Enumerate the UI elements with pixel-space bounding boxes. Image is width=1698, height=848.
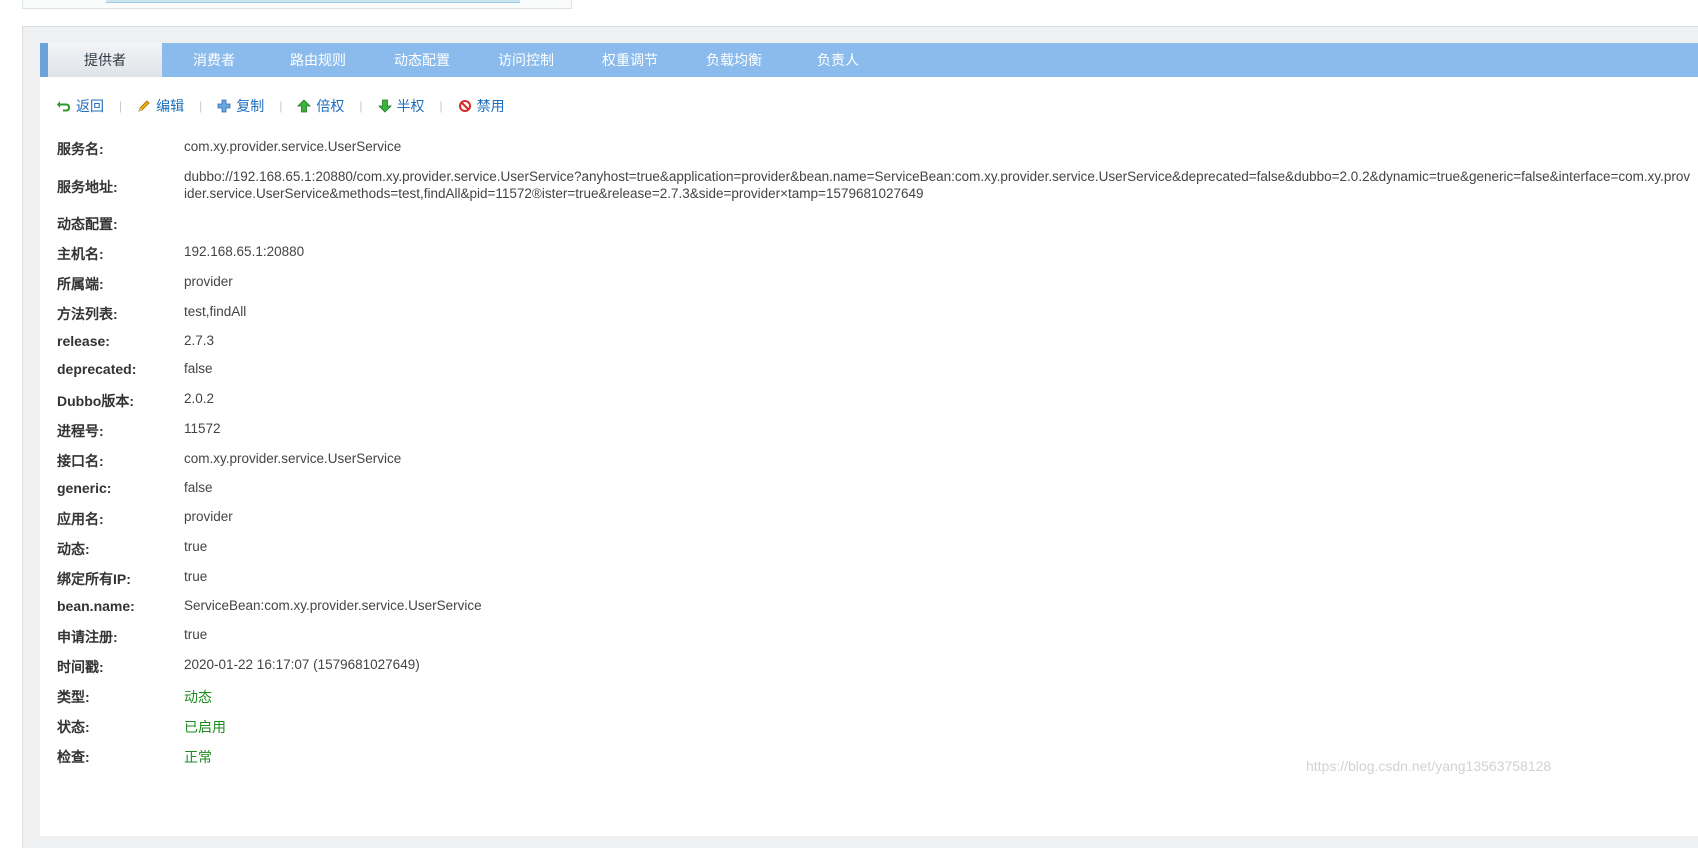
- toolbar-separator: |: [439, 99, 443, 113]
- disable-label: 禁用: [476, 98, 505, 114]
- detail-value: false: [184, 361, 213, 376]
- service-url-line-1: dubbo://192.168.65.1:20880/com.xy.provid…: [184, 169, 1691, 184]
- detail-value: dubbo://192.168.65.1:20880/com.xy.provid…: [184, 168, 1697, 202]
- detail-label: 接口名:: [57, 453, 104, 469]
- double-weight-button[interactable]: 倍权: [297, 96, 344, 116]
- detail-label: 方法列表:: [57, 306, 118, 322]
- provider-detail-panel: 提供者 消费者 路由规则 动态配置 访问控制 权重调节 负载均衡 负责人 返回 …: [40, 43, 1698, 836]
- detail-label: 绑定所有IP:: [57, 571, 131, 587]
- detail-value: 2.0.2: [184, 391, 215, 406]
- detail-label: 动态配置:: [57, 216, 118, 232]
- detail-value: 2.7.3: [184, 333, 215, 348]
- detail-value: 11572: [184, 421, 221, 436]
- detail-value: 192.168.65.1:20880: [184, 244, 305, 259]
- copy-label: 复制: [236, 98, 265, 114]
- toolbar-separator: |: [359, 99, 363, 113]
- detail-value: provider: [184, 509, 233, 524]
- half-weight-button[interactable]: 半权: [377, 96, 425, 116]
- detail-label: 主机名:: [57, 246, 104, 262]
- back-button[interactable]: 返回: [57, 96, 104, 116]
- detail-label: 申请注册:: [57, 629, 118, 645]
- detail-label: 进程号:: [57, 423, 104, 439]
- top-scroll-bar: [106, 0, 520, 3]
- detail-value: 2020-01-22 16:17:07 (1579681027649): [184, 657, 420, 672]
- detail-value: ServiceBean:com.xy.provider.service.User…: [184, 598, 482, 613]
- toolbar-separator: |: [119, 99, 123, 113]
- disable-button[interactable]: 禁用: [458, 96, 505, 116]
- detail-label: 类型:: [57, 689, 90, 705]
- tab-consumers[interactable]: 消费者: [162, 43, 266, 77]
- action-toolbar: 返回 | 编辑 | 复制 | 倍权 | 半权 | 禁用: [57, 95, 505, 117]
- detail-value: test,findAll: [184, 304, 247, 319]
- detail-label: generic:: [57, 480, 112, 496]
- arrow-down-icon: [377, 99, 392, 113]
- tab-weights[interactable]: 权重调节: [578, 43, 682, 77]
- detail-value: com.xy.provider.service.UserService: [184, 139, 402, 154]
- tab-access-control[interactable]: 访问控制: [474, 43, 578, 77]
- detail-value: false: [184, 480, 213, 495]
- status-value: 已启用: [184, 719, 226, 735]
- detail-label: 时间戳:: [57, 659, 104, 675]
- tab-routes[interactable]: 路由规则: [266, 43, 370, 77]
- tab-owners[interactable]: 负责人: [786, 43, 890, 77]
- detail-label: deprecated:: [57, 361, 137, 377]
- return-arrow-icon: [57, 99, 71, 113]
- detail-value: provider: [184, 274, 233, 289]
- tab-overrides[interactable]: 动态配置: [370, 43, 474, 77]
- detail-label: 应用名:: [57, 511, 104, 527]
- detail-label: Dubbo版本:: [57, 393, 134, 409]
- tab-bar: 提供者 消费者 路由规则 动态配置 访问控制 权重调节 负载均衡 负责人: [40, 43, 1698, 77]
- detail-value: true: [184, 569, 208, 584]
- ban-icon: [458, 99, 472, 113]
- arrow-up-icon: [297, 99, 312, 113]
- top-panel-edge: [22, 0, 572, 9]
- detail-label: 动态:: [57, 541, 90, 557]
- detail-label: 状态:: [57, 719, 90, 735]
- detail-label: 所属端:: [57, 276, 104, 292]
- half-weight-label: 半权: [396, 98, 425, 114]
- type-value: 动态: [184, 689, 212, 705]
- double-weight-label: 倍权: [316, 98, 345, 114]
- detail-value: true: [184, 627, 208, 642]
- tab-load-balance[interactable]: 负载均衡: [682, 43, 786, 77]
- detail-value: true: [184, 539, 208, 554]
- detail-label: release:: [57, 333, 110, 349]
- detail-label: bean.name:: [57, 598, 135, 614]
- detail-label: 服务名:: [57, 141, 104, 157]
- detail-label: 检查:: [57, 749, 90, 765]
- watermark: https://blog.csdn.net/yang13563758128: [1306, 758, 1552, 774]
- edit-label: 编辑: [156, 98, 185, 114]
- pencil-icon: [137, 99, 151, 113]
- copy-button[interactable]: 复制: [217, 96, 264, 116]
- detail-value: com.xy.provider.service.UserService: [184, 451, 402, 466]
- back-label: 返回: [76, 98, 104, 114]
- detail-label: 服务地址:: [57, 179, 118, 195]
- toolbar-separator: |: [279, 99, 283, 113]
- edit-button[interactable]: 编辑: [137, 96, 184, 116]
- tab-providers[interactable]: 提供者: [48, 43, 162, 77]
- plus-icon: [217, 99, 231, 113]
- service-url-line-2: ider.service.UserService&methods=test,fi…: [184, 186, 924, 201]
- toolbar-separator: |: [199, 99, 203, 113]
